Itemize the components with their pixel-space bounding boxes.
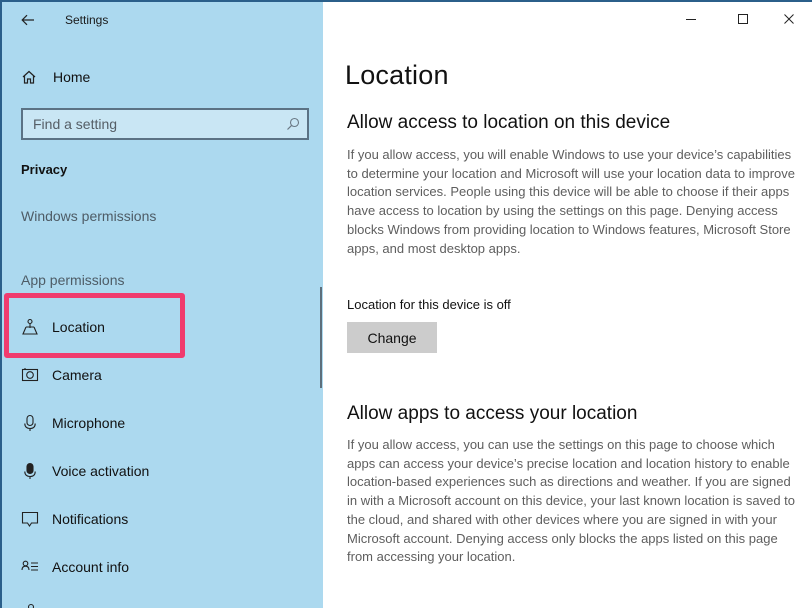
sidebar-item-voice-activation[interactable]: Voice activation [2,449,320,493]
close-button[interactable] [766,2,812,36]
app-title: Settings [65,13,109,27]
section-heading-privacy: Privacy [21,162,68,177]
main-content: Location Allow access to location on thi… [323,2,812,608]
page-title: Location [345,60,449,90]
sidebar-item-label: Account info [52,559,130,575]
group-label-app-permissions: App permissions [21,272,125,288]
location-icon [22,318,38,335]
maximize-icon [738,14,748,24]
sidebar-item-label: Camera [52,367,102,383]
notifications-icon [21,511,39,527]
sidebar-item-label: Location [52,319,105,335]
arrow-left-icon [21,14,34,26]
home-icon [22,70,36,84]
close-icon [784,14,794,24]
search-icon[interactable] [286,117,300,131]
sidebar-item-label: Voice activation [52,463,150,479]
search-box[interactable] [21,108,309,140]
minimize-button[interactable] [668,2,714,36]
search-input[interactable] [23,110,307,138]
apps-access-heading: Allow apps to access your location [347,403,638,424]
maximize-button[interactable] [720,2,766,36]
sidebar-item-label: Home [53,69,91,85]
sidebar: Settings Home Privacy Windows permission… [0,2,323,608]
apps-access-description: If you allow access, you can use the set… [347,437,795,565]
change-button[interactable]: Change [347,322,437,353]
sidebar-item-home[interactable]: Home [2,60,322,94]
sidebar-item-account-info[interactable]: Account info [2,545,320,589]
device-location-status: Location for this device is off [347,297,511,312]
sidebar-item-notifications[interactable]: Notifications [2,497,320,541]
account-info-icon [21,560,38,571]
camera-icon [21,368,39,382]
group-label-windows-permissions: Windows permissions [21,208,157,224]
back-button[interactable] [16,8,40,32]
titlebar-left: Settings [2,2,323,38]
sidebar-item-label: Microphone [52,415,126,431]
microphone-icon [24,414,36,431]
sidebar-item-camera[interactable]: Camera [2,353,320,397]
device-access-description: If you allow access, you will enable Win… [347,147,795,256]
minimize-icon [686,19,696,20]
voice-activation-icon [24,462,36,479]
sidebar-item-label: Notifications [52,511,129,527]
device-access-heading: Allow access to location on this device [347,112,671,133]
settings-window: Settings Home Privacy Windows permission… [0,0,812,608]
window-controls [668,2,812,38]
next-item-icon-partial [27,603,35,608]
sidebar-item-location[interactable]: Location [2,305,320,349]
sidebar-scrollbar[interactable] [320,287,322,388]
sidebar-item-microphone[interactable]: Microphone [2,401,320,445]
